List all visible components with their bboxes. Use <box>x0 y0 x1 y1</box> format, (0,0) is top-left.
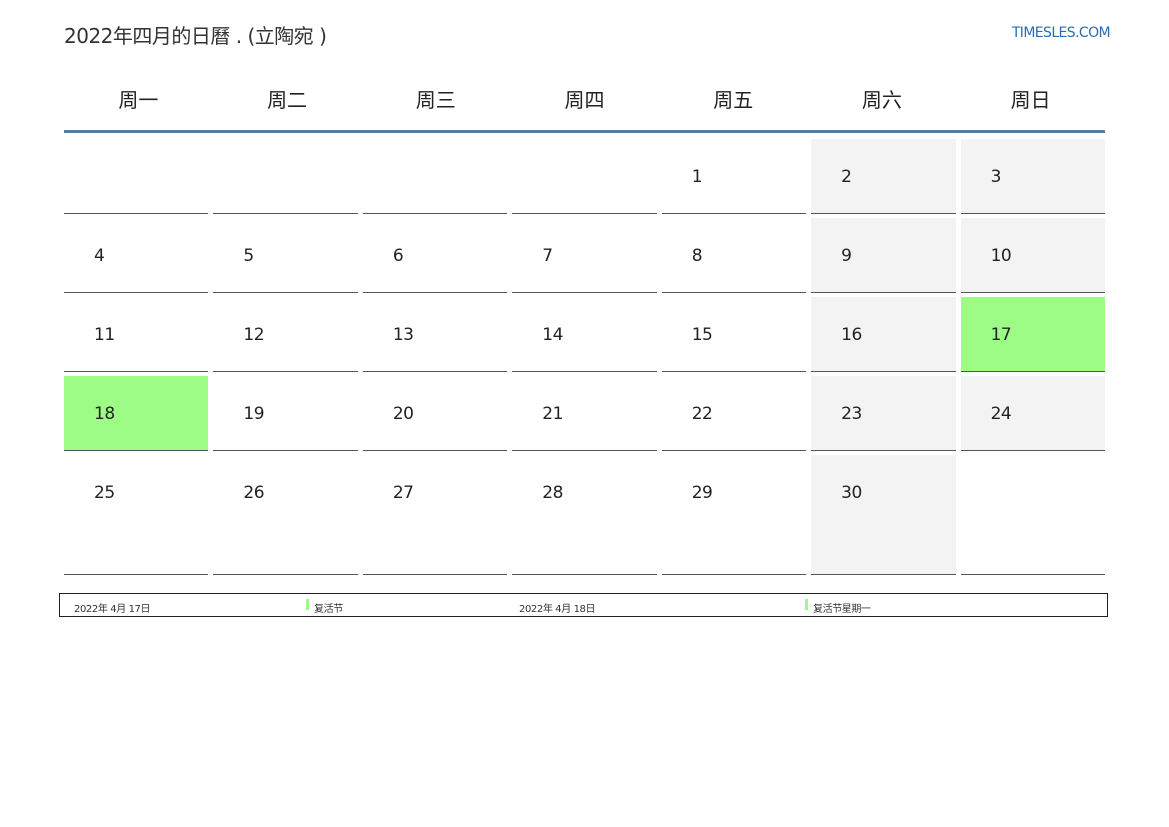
day-number: 24 <box>990 404 1012 424</box>
calendar-day-cell[interactable]: 7 <box>512 218 657 293</box>
calendar-day-cell[interactable]: 14 <box>512 297 657 372</box>
calendar-day-cell[interactable]: 9 <box>811 218 956 293</box>
holiday-color-marker <box>306 599 309 610</box>
day-number: 9 <box>841 246 852 266</box>
calendar-empty-cell <box>213 139 358 214</box>
calendar-day-cell[interactable]: 21 <box>512 376 657 451</box>
day-number: 15 <box>691 325 713 345</box>
calendar-day-cell[interactable]: 5 <box>213 218 358 293</box>
day-number: 28 <box>542 483 563 503</box>
day-number: 20 <box>392 404 414 424</box>
day-number: 23 <box>841 404 862 424</box>
holiday-date: 2022年 4月 17日 <box>74 604 151 615</box>
day-number: 4 <box>94 246 105 266</box>
day-number: 17 <box>990 325 1012 345</box>
calendar-day-cell[interactable]: 10 <box>960 218 1105 293</box>
calendar-day-cell[interactable]: 28 <box>512 455 657 575</box>
holiday-name: 复活节星期一 <box>813 604 871 615</box>
day-number: 25 <box>94 483 115 503</box>
calendar-empty-cell <box>362 139 508 214</box>
day-number: 12 <box>243 325 265 345</box>
calendar-day-cell[interactable]: 16 <box>811 297 956 372</box>
holiday-name: 复活节 <box>314 604 343 615</box>
calendar-day-cell[interactable]: 6 <box>362 218 508 293</box>
calendar-day-cell[interactable]: 25 <box>64 455 209 575</box>
calendar-day-cell[interactable]: 23 <box>811 376 956 451</box>
calendar-day-cell[interactable]: 30 <box>811 455 956 575</box>
day-number: 19 <box>243 404 265 424</box>
calendar-empty-cell <box>512 139 657 214</box>
calendar-day-cell[interactable]: 3 <box>960 139 1105 214</box>
holiday-date: 2022年 4月 18日 <box>519 604 596 615</box>
calendar-day-cell[interactable]: 18 <box>64 376 209 451</box>
calendar-day-cell[interactable]: 15 <box>661 297 807 372</box>
day-number: 14 <box>542 325 563 345</box>
calendar-day-cell[interactable]: 20 <box>362 376 508 451</box>
day-number: 29 <box>691 483 713 503</box>
day-number: 22 <box>691 404 713 424</box>
calendar-day-cell[interactable]: 24 <box>960 376 1105 451</box>
calendar-day-cell[interactable]: 27 <box>362 455 508 575</box>
weekday-tuesday: 周二 <box>267 88 308 112</box>
calendar-day-cell[interactable]: 13 <box>362 297 508 372</box>
day-number: 6 <box>392 246 404 266</box>
day-number: 8 <box>691 246 703 266</box>
calendar-day-cell[interactable]: 19 <box>213 376 358 451</box>
holiday-color-marker <box>805 599 808 610</box>
weekday-thursday: 周四 <box>564 88 605 112</box>
weekday-wednesday: 周三 <box>415 88 456 112</box>
day-number: 3 <box>990 167 1002 187</box>
day-number: 27 <box>392 483 414 503</box>
day-number: 10 <box>990 246 1012 266</box>
holiday-legend: 2022年 4月 17日 复活节 2022年 4月 18日 复活节星期一 <box>59 593 1108 617</box>
day-number: 1 <box>691 167 703 187</box>
day-number: 30 <box>841 483 862 503</box>
page-title: 2022年四月的日曆 . (立陶宛 ) <box>64 24 327 48</box>
calendar-day-cell[interactable]: 1 <box>661 139 807 214</box>
day-number: 2 <box>841 167 852 187</box>
day-number: 16 <box>841 325 862 345</box>
brand-link[interactable]: TIMESLES.COM <box>1012 25 1111 41</box>
weekday-friday: 周五 <box>713 88 754 112</box>
calendar-day-cell[interactable]: 8 <box>661 218 807 293</box>
day-number: 26 <box>243 483 265 503</box>
calendar-day-cell[interactable]: 11 <box>64 297 209 372</box>
weekday-sunday: 周日 <box>1010 88 1051 112</box>
calendar-empty-cell <box>64 139 209 214</box>
day-number: 13 <box>392 325 414 345</box>
day-number: 11 <box>94 325 115 345</box>
calendar-day-cell[interactable]: 22 <box>661 376 807 451</box>
day-number: 18 <box>94 404 115 424</box>
calendar-day-cell[interactable]: 4 <box>64 218 209 293</box>
calendar-day-cell[interactable]: 12 <box>213 297 358 372</box>
calendar-grid: 1 2 3 4 5 6 7 8 9 10 11 12 13 14 15 16 17 18 19 20 21 22 23 24 2… <box>64 139 1105 575</box>
calendar-day-cell[interactable]: 29 <box>661 455 807 575</box>
calendar-empty-cell <box>960 455 1105 575</box>
day-number: 7 <box>542 246 553 266</box>
day-number: 21 <box>542 404 563 424</box>
weekday-header-row: 周一 周二 周三 周四 周五 周六 周日 <box>64 80 1105 133</box>
calendar-day-cell[interactable]: 26 <box>213 455 358 575</box>
day-number: 5 <box>243 246 254 266</box>
weekday-saturday: 周六 <box>861 88 902 112</box>
calendar-day-cell[interactable]: 2 <box>811 139 956 214</box>
calendar-day-cell[interactable]: 17 <box>960 297 1105 372</box>
weekday-monday: 周一 <box>118 88 159 112</box>
